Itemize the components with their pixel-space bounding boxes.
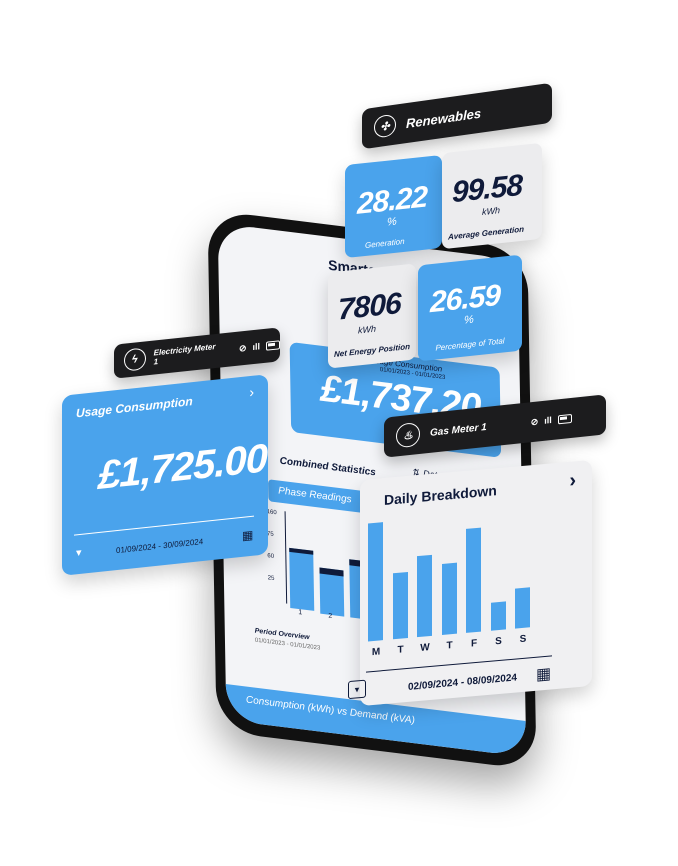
- daily-bar: [417, 554, 432, 638]
- percentage-total-unit: %: [464, 313, 474, 327]
- daily-bar: [392, 571, 408, 640]
- electricity-usage-card[interactable]: Usage Consumption › £1,725.00 ▾ 01/09/20…: [62, 374, 268, 576]
- check-circle-icon: ⊘: [530, 415, 539, 427]
- renewables-title: Renewables: [406, 105, 482, 131]
- phase-bar: [319, 567, 345, 617]
- y-tick: 60: [267, 553, 275, 560]
- x-tick: 1: [298, 608, 303, 617]
- electricity-meter-title: Electricity Meter 1: [153, 342, 216, 367]
- net-energy-label: Net Energy Position: [333, 342, 410, 359]
- daily-breakdown-title: Daily Breakdown: [384, 482, 497, 509]
- y-tick: 160: [266, 509, 277, 517]
- percentage-total-label: Percentage of Total: [435, 336, 505, 353]
- average-generation-label: Average Generation: [448, 224, 525, 242]
- battery-icon: [266, 339, 280, 351]
- daily-bar: [515, 587, 530, 629]
- phase-bar: [289, 547, 315, 611]
- generation-card[interactable]: 28.22 % Generation: [345, 154, 442, 259]
- flame-icon: ♨: [396, 421, 420, 449]
- y-tick: 25: [267, 575, 275, 583]
- download-icon[interactable]: ▾: [76, 546, 82, 560]
- download-icon[interactable]: ▾: [348, 679, 366, 700]
- daily-bar: [490, 601, 506, 631]
- signal-icon: ıll: [544, 415, 552, 426]
- electricity-usage-value: £1,725.00: [98, 436, 267, 499]
- gas-date-range: 02/09/2024 - 08/09/2024: [408, 672, 517, 693]
- chart-baseline: [366, 655, 552, 673]
- daily-bar: [441, 562, 457, 636]
- day-label: F: [470, 637, 478, 650]
- net-energy-value: 7806: [338, 286, 401, 327]
- status-icons: ⊘ ıll: [531, 412, 572, 427]
- signal-icon: ıll: [252, 341, 260, 353]
- daily-bar: [466, 527, 481, 633]
- average-generation-card[interactable]: 99.58 kWh Average Generation: [442, 142, 542, 250]
- status-icons: ⊘ ıll: [239, 339, 280, 354]
- period-range: 01/01/2023 - 01/01/2023: [254, 637, 321, 652]
- daily-breakdown-card[interactable]: Daily Breakdown › M T W T F S S ▾ 02/09/2024 -…: [348, 459, 592, 707]
- day-label: T: [446, 640, 453, 652]
- lightning-icon: ϟ: [124, 347, 146, 372]
- day-label: S: [519, 633, 527, 646]
- divider: [74, 515, 254, 536]
- calendar-icon[interactable]: ▦: [536, 663, 551, 684]
- percentage-total-card[interactable]: 26.59 % Percentage of Total: [418, 254, 522, 362]
- usage-consumption-title: Usage Consumption: [76, 394, 193, 421]
- generation-label: Generation: [365, 236, 405, 250]
- wind-turbine-icon: ✣: [374, 113, 396, 139]
- battery-icon: [557, 413, 572, 424]
- combined-statistics-label: Combined Statistics: [279, 455, 376, 479]
- generation-unit: %: [387, 215, 397, 229]
- gas-meter-title: Gas Meter 1: [430, 421, 487, 439]
- y-axis: [284, 511, 288, 604]
- check-circle-icon: ⊘: [238, 342, 247, 354]
- daily-bar: [368, 522, 383, 642]
- electricity-date-range: 01/09/2024 - 30/09/2024: [116, 536, 204, 556]
- day-label: W: [420, 642, 430, 654]
- renewables-header[interactable]: ✣ Renewables: [362, 82, 552, 150]
- day-label: M: [371, 646, 381, 659]
- day-label: T: [397, 644, 404, 656]
- day-label: S: [495, 635, 502, 648]
- average-generation-value: 99.58: [452, 168, 523, 210]
- calendar-icon[interactable]: ▦: [242, 528, 253, 543]
- average-generation-unit: kWh: [482, 205, 500, 218]
- daily-chart: M T W T F S S: [368, 507, 554, 658]
- phase-readings-label: Phase Readings: [278, 485, 352, 506]
- net-energy-card[interactable]: 7806 kWh Net Energy Position: [328, 263, 416, 369]
- net-energy-unit: kWh: [358, 323, 376, 336]
- chevron-right-icon[interactable]: ›: [569, 469, 576, 493]
- x-tick: 2: [328, 612, 333, 621]
- chevron-right-icon[interactable]: ›: [249, 384, 254, 400]
